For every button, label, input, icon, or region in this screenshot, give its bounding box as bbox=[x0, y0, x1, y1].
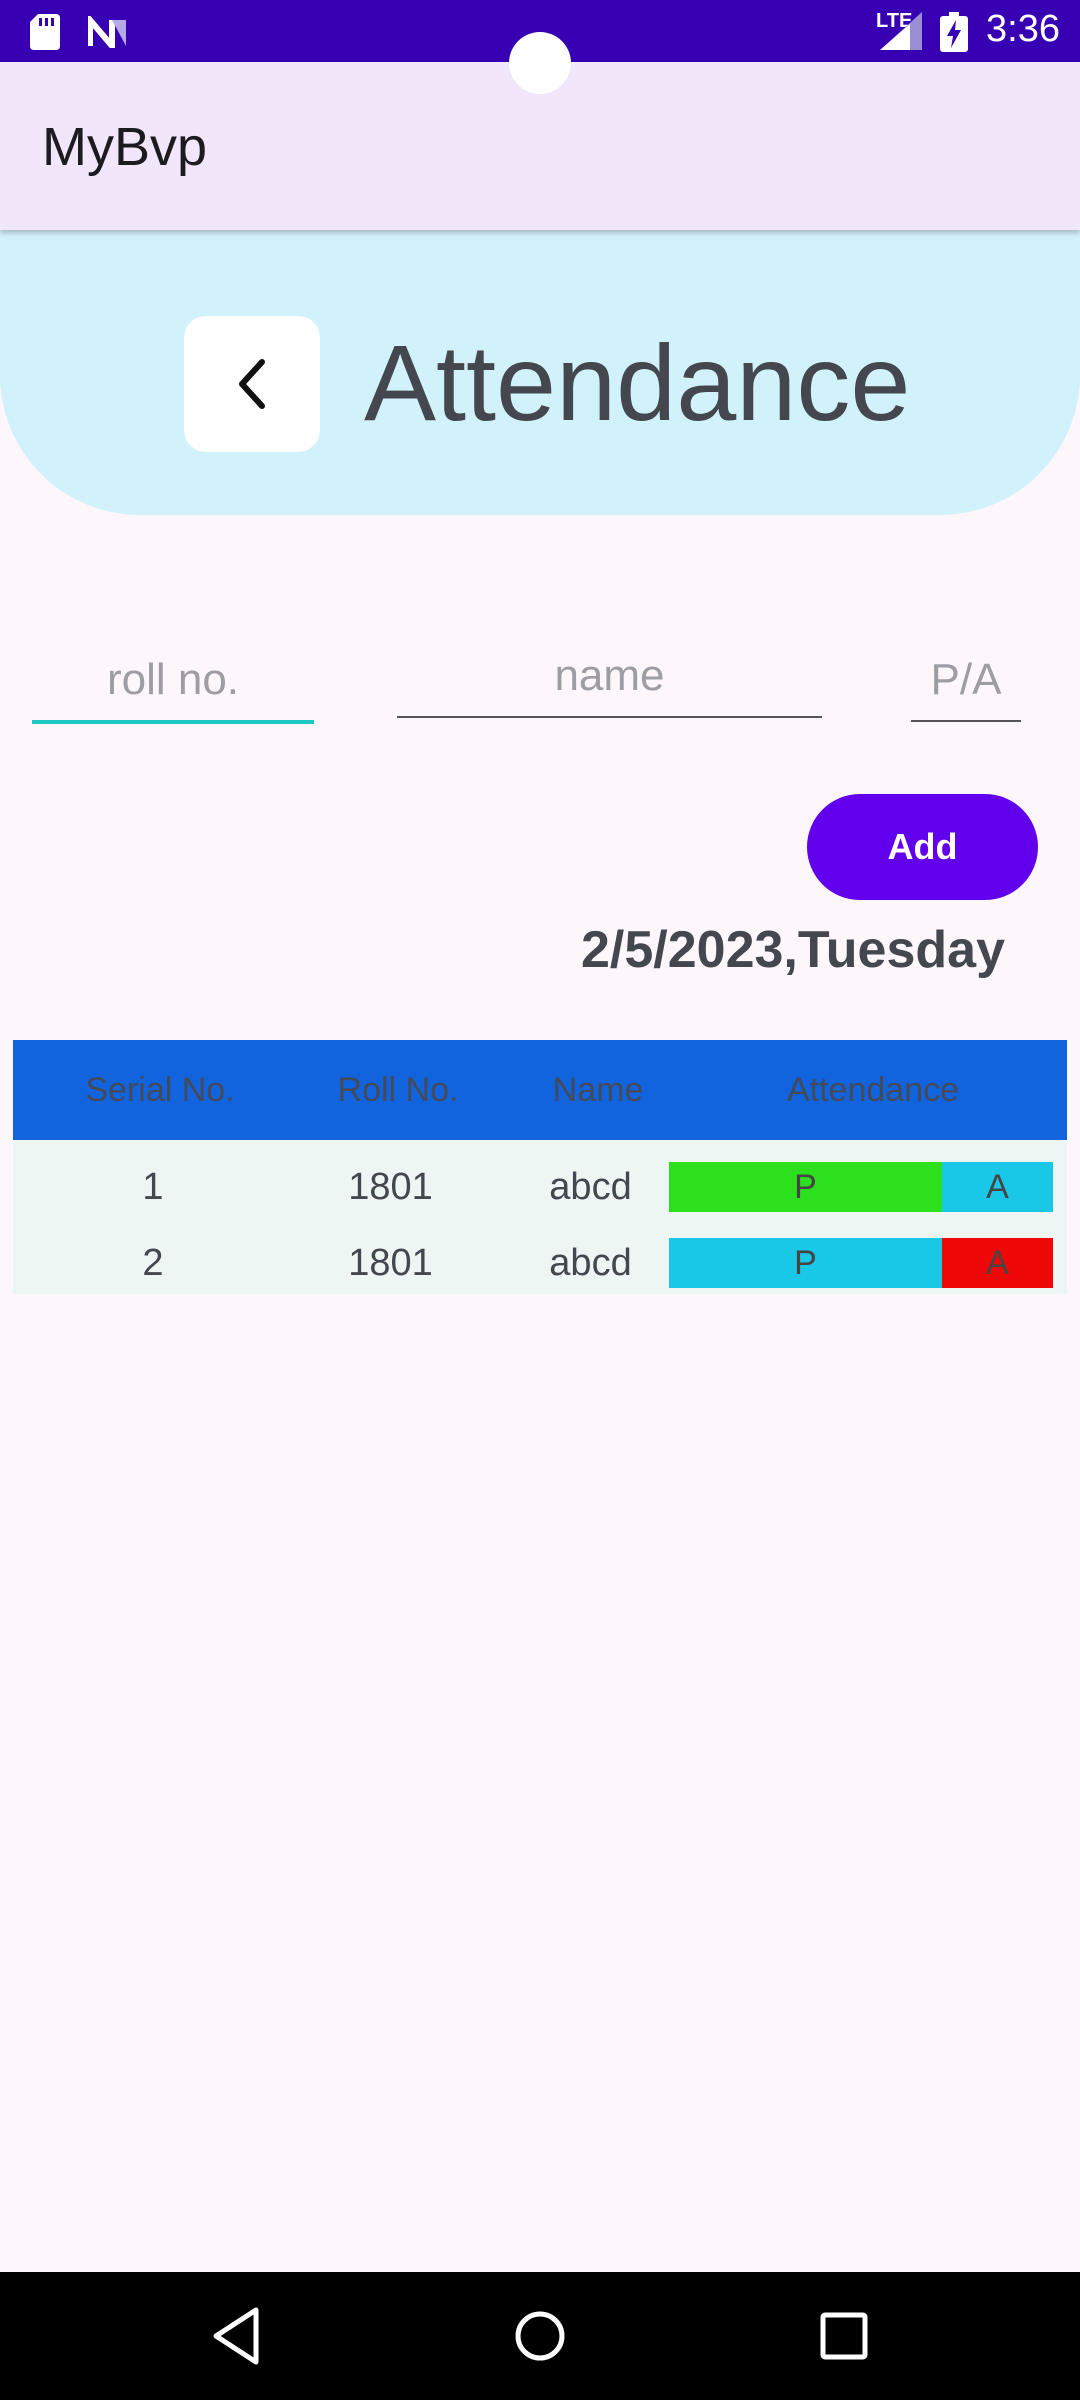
page-title: Attendance bbox=[364, 322, 911, 443]
name-cell: abcd bbox=[549, 1166, 632, 1208]
add-button[interactable]: Add bbox=[807, 794, 1038, 900]
name-cell: abcd bbox=[549, 1242, 632, 1284]
app-title: MyBvp bbox=[42, 117, 208, 177]
roll-number-input[interactable] bbox=[32, 640, 314, 724]
status-bar: LTE 3:36 bbox=[0, 0, 1080, 94]
battery-charging-icon bbox=[940, 12, 968, 52]
nav-back-icon[interactable] bbox=[196, 2296, 276, 2376]
table-row: 1 1801 abcd P A bbox=[13, 1152, 1067, 1222]
name-input[interactable] bbox=[397, 636, 822, 718]
nav-recents-icon[interactable] bbox=[804, 2296, 884, 2376]
sd-card-icon bbox=[30, 14, 60, 50]
nav-home-icon[interactable] bbox=[500, 2296, 580, 2376]
present-absent-input[interactable] bbox=[911, 640, 1021, 722]
column-header-serial: Serial No. bbox=[85, 1071, 235, 1109]
absent-button[interactable]: A bbox=[942, 1162, 1053, 1212]
signal-icon bbox=[880, 12, 922, 50]
table-row: 2 1801 abcd P A bbox=[13, 1228, 1067, 1298]
column-header-attendance: Attendance bbox=[786, 1071, 960, 1109]
header-banner: Attendance bbox=[0, 230, 1080, 515]
absent-button[interactable]: A bbox=[942, 1238, 1053, 1288]
navigation-bar bbox=[0, 2272, 1080, 2400]
date-label: 2/5/2023,Tuesday bbox=[581, 921, 1005, 979]
camera-cutout bbox=[509, 32, 571, 94]
serial-cell: 2 bbox=[142, 1242, 164, 1284]
roll-cell: 1801 bbox=[348, 1166, 433, 1208]
serial-cell: 1 bbox=[142, 1166, 164, 1208]
present-button[interactable]: P bbox=[669, 1162, 942, 1212]
chevron-left-icon bbox=[239, 359, 265, 409]
roll-cell: 1801 bbox=[348, 1242, 433, 1284]
table-header: Serial No. Roll No. Name Attendance bbox=[13, 1040, 1067, 1140]
attendance-table: 1 1801 abcd P A 2 1801 abcd P A bbox=[13, 1140, 1067, 1294]
present-button[interactable]: P bbox=[669, 1238, 942, 1288]
n-notification-icon bbox=[88, 16, 126, 48]
status-clock: 3:36 bbox=[986, 8, 1060, 50]
back-button[interactable] bbox=[184, 316, 320, 452]
